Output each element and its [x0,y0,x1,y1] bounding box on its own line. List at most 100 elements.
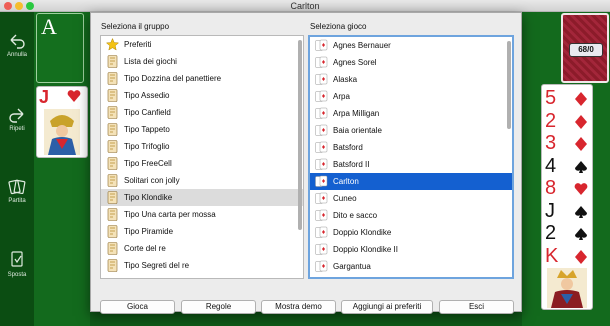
group-list-item[interactable]: Tipo FreeCell [101,155,303,172]
zoom-window-button[interactable] [26,2,34,10]
game-list-item-label: Baia orientale [333,126,382,135]
playing-cards-icon [315,226,328,238]
diamond-icon [575,114,587,129]
group-list-item[interactable]: Tipo Dozzina del panettiere [101,70,303,87]
group-list-item[interactable]: Tipo Klondike [101,189,303,206]
playing-cards-icon [315,39,328,51]
exit-button[interactable]: Esci [439,300,514,314]
jack-of-hearts-card[interactable]: J [36,86,88,158]
spade-icon [575,160,587,173]
playing-cards-icon [315,260,328,272]
group-list-item[interactable]: Tipo Segreti del re [101,257,303,274]
game-list-item-label: Alaska [333,75,358,84]
diamond-icon [575,249,587,264]
group-list-item[interactable]: Tipo Canfield [101,104,303,121]
group-list-item-label: Preferiti [124,40,152,49]
game-list-item[interactable]: Doppio Klondike [310,224,512,241]
playing-cards-icon [315,175,328,187]
group-list-item[interactable]: Lista dei giochi [101,53,303,70]
game-list[interactable]: Agnes Bernauer Agnes Sorel Alaska Arpa Arpa … [308,35,514,279]
rules-button[interactable]: Regole [181,300,256,314]
playing-cards-icon [315,209,328,221]
game-list-item-label: Dito e sacco [333,211,378,220]
group-list-item-label: Solitari con jolly [124,176,180,185]
tableau-card-rank: K [545,244,559,267]
king-face-image [547,268,587,308]
group-list-item[interactable]: Tipo Assedio [101,87,303,104]
move-label: Sposta [7,272,27,278]
stock-deck[interactable]: 68/0 [561,13,609,83]
game-list-item[interactable]: Agnes Sorel [310,54,512,71]
game-list-item[interactable]: Batsford [310,139,512,156]
game-list-item[interactable]: Dito e sacco [310,207,512,224]
playing-cards-icon [315,56,328,68]
heart-icon [574,183,588,195]
game-list-item-label: Agnes Sorel [333,58,377,67]
group-list-item[interactable]: Solitari con jolly [101,172,303,189]
tableau-column-card[interactable]: 52348J2K [541,84,593,310]
playing-cards-icon [315,243,328,255]
group-list-item-label: Tipo Tappeto [124,125,170,134]
group-list-item[interactable]: Tipo Tappeto [101,121,303,138]
game-label: Partita [8,198,26,204]
game-list-item[interactable]: Gargantua [310,258,512,275]
undo-button[interactable]: Annulla [0,34,34,58]
left-toolbar: Annulla Ripeti Partita Sposta [0,12,34,326]
game-list-item[interactable]: Cuneo [310,190,512,207]
game-list-item-label: Doppio Klondike [333,228,392,237]
tableau-card-rank: 5 [545,87,557,109]
game-list-item[interactable]: Alaska [310,71,512,88]
game-list-item[interactable]: Carlton [310,173,512,190]
game-list-item[interactable]: Agnes Bernauer [310,37,512,54]
group-list-item[interactable]: Tipo Piramide [101,223,303,240]
playing-cards-icon [315,90,328,102]
window-title: Carlton [290,1,320,11]
group-list[interactable]: Preferiti Lista dei giochi Tipo Dozzina de… [100,35,304,279]
card-icon [107,72,118,85]
redo-button[interactable]: Ripeti [0,108,34,132]
playing-cards-icon [315,124,328,136]
play-button[interactable]: Gioca [100,300,175,314]
game-list-item-label: Batsford II [333,160,370,169]
game-list-item-label: Gargantua [333,262,371,271]
group-list-item[interactable]: Corte del re [101,240,303,257]
show-demo-button[interactable]: Mostra demo [261,300,336,314]
playing-cards-icon [315,192,328,204]
game-list-item-label: Batsford [333,143,363,152]
group-list-item[interactable]: Preferiti [101,36,303,53]
group-list-scrollbar[interactable] [298,40,302,230]
game-list-item-label: Doppio Klondike II [333,245,398,254]
add-to-favorites-button[interactable]: Aggiungi ai preferiti [341,300,433,314]
group-list-item[interactable]: Tipo Una carta per mossa [101,206,303,223]
card-icon [107,123,118,136]
redo-icon [9,108,24,123]
card-icon [107,140,118,153]
game-list-item[interactable]: Baia orientale [310,122,512,139]
star-icon [106,38,119,51]
game-list-scrollbar[interactable] [507,41,511,129]
spade-icon [575,228,587,240]
game-selection-dialog: Seleziona il gruppo Seleziona gioco Pref… [90,12,522,314]
undo-icon [10,34,25,49]
game-button[interactable]: Partita [0,178,34,204]
group-list-item[interactable]: Tipo Trifoglio [101,138,303,155]
game-list-item[interactable]: Arpa [310,88,512,105]
foundation-slot[interactable]: A [36,13,84,83]
game-list-item-label: Agnes Bernauer [333,41,391,50]
card-icon [107,55,118,68]
group-rows: Preferiti Lista dei giochi Tipo Dozzina de… [101,36,303,274]
heart-icon [67,90,81,102]
move-button[interactable]: Sposta [0,250,34,278]
minimize-window-button[interactable] [15,2,23,10]
card-icon [107,157,118,170]
game-list-item[interactable]: Batsford II [310,156,512,173]
game-list-item[interactable]: Arpa Milligan [310,105,512,122]
window-titlebar: Carlton [0,0,610,12]
tableau-card-rank: 4 [545,154,557,177]
group-list-item-label: Corte del re [124,244,166,253]
game-list-item[interactable]: Doppio Klondike II [310,241,512,258]
group-list-item-label: Tipo Segreti del re [124,261,190,270]
tableau-card-rank: 3 [545,132,557,154]
group-list-item-label: Lista dei giochi [124,57,177,66]
close-window-button[interactable] [4,2,12,10]
